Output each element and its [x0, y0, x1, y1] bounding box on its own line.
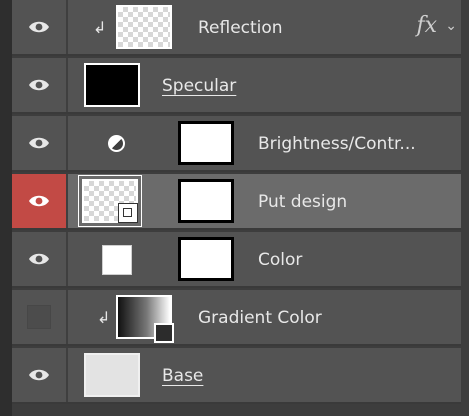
layer-name[interactable]: Gradient Color [198, 308, 322, 328]
layer-row-specular[interactable]: Specular [12, 58, 461, 114]
layer-row-put-design[interactable]: Put design [12, 174, 461, 230]
layer-thumbnail[interactable] [116, 295, 174, 343]
layer-name[interactable]: Base [162, 366, 203, 386]
layer-name[interactable]: Specular [162, 76, 236, 96]
smart-object-icon [118, 203, 138, 223]
layer-name[interactable]: Reflection [198, 18, 283, 38]
transform-frame-icon [154, 323, 174, 343]
layer-row-color[interactable]: Color [12, 232, 461, 288]
layer-mask-thumbnail[interactable] [178, 237, 234, 281]
hidden-visibility-box [27, 305, 51, 329]
solid-color-swatch[interactable] [102, 245, 132, 275]
layer-mask-thumbnail[interactable] [178, 179, 234, 223]
visibility-toggle[interactable] [12, 116, 68, 170]
eye-icon [29, 195, 49, 207]
layer-row-reflection[interactable]: ↲ Reflection fx ⌄ [12, 0, 461, 56]
clipping-arrow-icon: ↲ [93, 18, 107, 37]
visibility-toggle[interactable] [12, 0, 68, 54]
layer-row-brightness-contrast[interactable]: Brightness/Contr... [12, 116, 461, 172]
layer-name[interactable]: Brightness/Contr... [258, 134, 416, 154]
eye-icon [29, 253, 49, 265]
layer-thumbnail[interactable] [84, 63, 140, 107]
layer-mask-thumbnail[interactable] [178, 121, 234, 165]
chevron-down-icon[interactable]: ⌄ [445, 18, 457, 34]
eye-icon [29, 21, 49, 33]
layer-thumbnail[interactable] [116, 5, 172, 49]
visibility-toggle[interactable] [12, 174, 68, 228]
layer-thumbnail[interactable] [78, 175, 142, 227]
brightness-contrast-icon[interactable] [108, 135, 125, 152]
layer-name[interactable]: Put design [258, 192, 347, 212]
visibility-toggle[interactable] [12, 290, 68, 344]
eye-icon [29, 137, 49, 149]
visibility-toggle[interactable] [12, 58, 68, 112]
clipping-arrow-icon: ↲ [97, 308, 111, 327]
layer-row-gradient-color[interactable]: ↲ Gradient Color [12, 290, 461, 346]
layer-thumbnail[interactable] [84, 353, 140, 397]
layer-name[interactable]: Color [258, 250, 302, 270]
layers-panel: ↲ Reflection fx ⌄ Specular Brightness/Co… [0, 0, 469, 416]
layer-effects-icon[interactable]: fx [416, 13, 437, 38]
layer-row-base[interactable]: Base [12, 348, 461, 404]
visibility-toggle[interactable] [12, 232, 68, 286]
visibility-toggle[interactable] [12, 348, 68, 402]
eye-icon [29, 79, 49, 91]
eye-icon [29, 369, 49, 381]
